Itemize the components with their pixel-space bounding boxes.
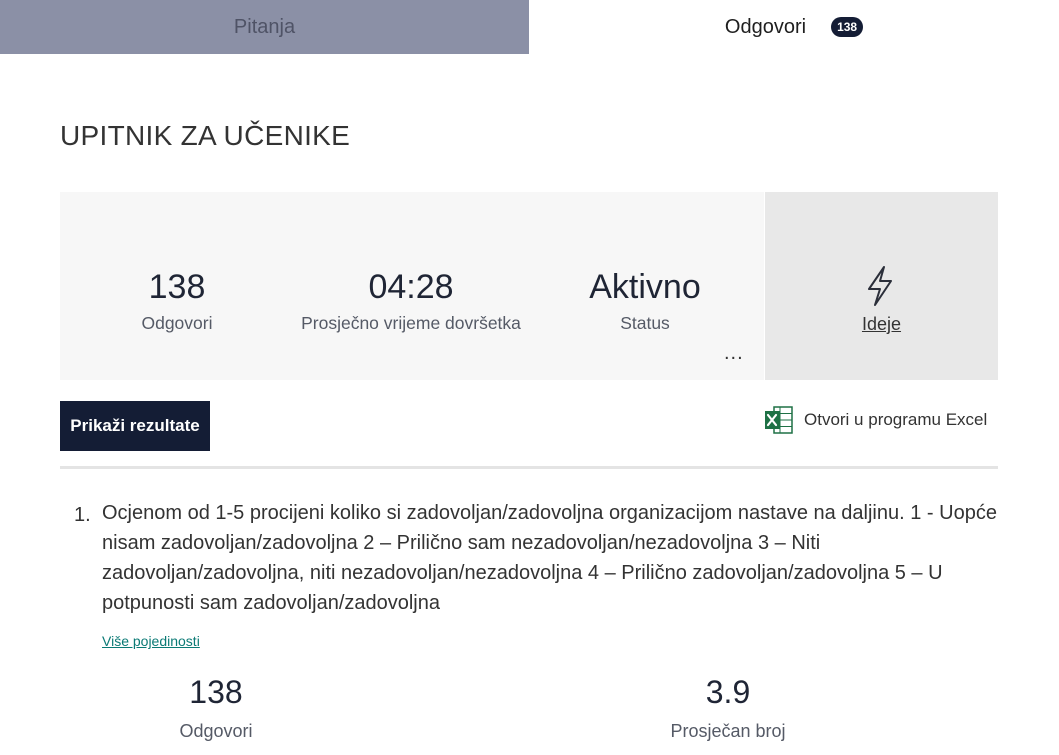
ideas-label: Ideje: [861, 314, 902, 334]
question-responses-count: 138: [189, 674, 243, 710]
question-number: 1.: [74, 504, 91, 526]
avg-time-stat: 04:28 Prosječno vrijeme dovršetka: [293, 267, 529, 334]
question-average-stat: 3.9 Prosječan broj: [648, 673, 808, 742]
question-average-label: Prosječan broj: [670, 721, 786, 741]
tab-responses[interactable]: Odgovori 138: [529, 0, 1059, 54]
more-details-link[interactable]: Više pojedinosti: [102, 633, 200, 649]
show-results-button[interactable]: Prikaži rezultate: [60, 401, 210, 451]
responses-count: 138: [148, 268, 206, 306]
more-options-button[interactable]: ...: [724, 342, 744, 365]
status-value: Aktivno: [589, 268, 701, 306]
question-responses-stat: 138 Odgovori: [156, 673, 276, 742]
status-label: Status: [620, 313, 670, 333]
tab-questions-label: Pitanja: [233, 15, 296, 38]
section-divider: [60, 466, 998, 469]
summary-panel: 138 Odgovori 04:28 Prosječno vrijeme dov…: [60, 192, 764, 380]
tab-responses-label: Odgovori: [724, 15, 807, 38]
lightning-icon: [868, 266, 892, 306]
ideas-button[interactable]: Ideje: [765, 192, 998, 380]
avg-time-label: Prosječno vrijeme dovršetka: [301, 313, 521, 333]
responses-label: Odgovori: [141, 313, 213, 333]
question-average-value: 3.9: [705, 674, 751, 710]
responses-stat: 138 Odgovori: [118, 267, 236, 334]
tab-questions[interactable]: Pitanja: [0, 0, 529, 54]
excel-icon: [765, 406, 793, 434]
question-responses-label: Odgovori: [179, 721, 253, 741]
tab-bar: Pitanja Odgovori 138: [0, 0, 1059, 54]
responses-count-badge: 138: [831, 17, 864, 37]
question-text: Ocjenom od 1-5 procijeni koliko si zadov…: [102, 502, 997, 614]
status-stat: Aktivno Status: [570, 267, 720, 334]
open-in-excel-label: Otvori u programu Excel: [804, 410, 988, 429]
avg-time-value: 04:28: [368, 268, 454, 306]
open-in-excel-link[interactable]: Otvori u programu Excel: [764, 405, 987, 435]
form-title: UPITNIK ZA UČENIKE: [60, 120, 351, 151]
